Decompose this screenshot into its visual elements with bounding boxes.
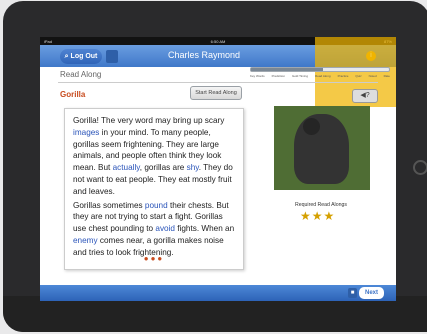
stars-rating: ★★★ <box>300 209 336 223</box>
logout-button[interactable]: ⌕ Log Out <box>60 49 102 64</box>
footer-bar: ■ Next <box>40 285 396 301</box>
reading-passage: Gorilla! The very word may bring up scar… <box>64 108 244 270</box>
lesson-progress: Key Words Prediction Gold Timing Read Along… <box>250 67 390 78</box>
vocab-word[interactable]: avoid <box>155 224 175 233</box>
progress-step: Practice <box>337 74 349 78</box>
app-screen: iPad 6:50 AM 87% ⌕ Log Out Charles Raymo… <box>40 37 396 301</box>
progress-step: Prediction <box>271 74 285 78</box>
vocab-word[interactable]: enemy <box>73 236 98 245</box>
menu-icon[interactable]: ■ <box>348 288 357 298</box>
progress-step: Rate <box>383 74 390 78</box>
profile-icon[interactable] <box>106 50 118 63</box>
passage-paragraph: Gorilla! The very word may bring up scar… <box>73 115 235 198</box>
passage-text: fights. When an <box>174 224 235 234</box>
lesson-title: Gorilla <box>60 90 86 99</box>
student-name: Charles Raymond <box>168 50 241 60</box>
status-time: 6:50 AM <box>210 38 226 44</box>
next-button[interactable]: Next <box>359 287 384 299</box>
logout-label: Log Out <box>70 53 98 60</box>
header-divider <box>58 82 378 83</box>
passage-paragraph: Gorillas sometimes pound their chests. B… <box>73 200 235 259</box>
gorilla-photo <box>274 106 370 190</box>
gorilla-head <box>303 118 320 135</box>
passage-text: Gorilla! The very word may bring up scar… <box>73 116 225 125</box>
device-bezel <box>3 296 427 332</box>
progress-steps: Key Words Prediction Gold Timing Read Along… <box>250 74 390 78</box>
vocab-word[interactable]: shy <box>187 163 199 172</box>
device-name: iPad <box>44 38 53 44</box>
home-button[interactable] <box>413 160 427 175</box>
passage-text: , gorillas are <box>139 163 187 173</box>
vocab-word[interactable]: pound <box>145 201 168 210</box>
page-title: Read Along <box>60 70 102 79</box>
progress-step: Gold Timing <box>292 74 309 78</box>
search-icon: ⌕ <box>64 52 69 60</box>
vocab-word[interactable]: actually <box>113 163 140 172</box>
audio-help-button[interactable]: ◀? <box>352 89 378 103</box>
vocab-word[interactable]: images <box>73 128 99 137</box>
ipad-device: iPad 6:50 AM 87% ⌕ Log Out Charles Raymo… <box>3 1 427 332</box>
progress-fill <box>251 68 323 71</box>
start-read-along-button[interactable]: Start Read Along <box>190 86 242 100</box>
required-read-alongs-label: Required Read Alongs <box>295 202 347 208</box>
progress-step: Noted <box>368 74 377 78</box>
progress-bar <box>250 67 390 72</box>
page-indicator[interactable]: ●●● <box>65 253 243 265</box>
progress-step: Quiz <box>355 74 362 78</box>
progress-step: Read Along <box>315 74 331 78</box>
progress-step: Key Words <box>250 74 265 78</box>
passage-text: Gorillas sometimes <box>73 200 145 210</box>
